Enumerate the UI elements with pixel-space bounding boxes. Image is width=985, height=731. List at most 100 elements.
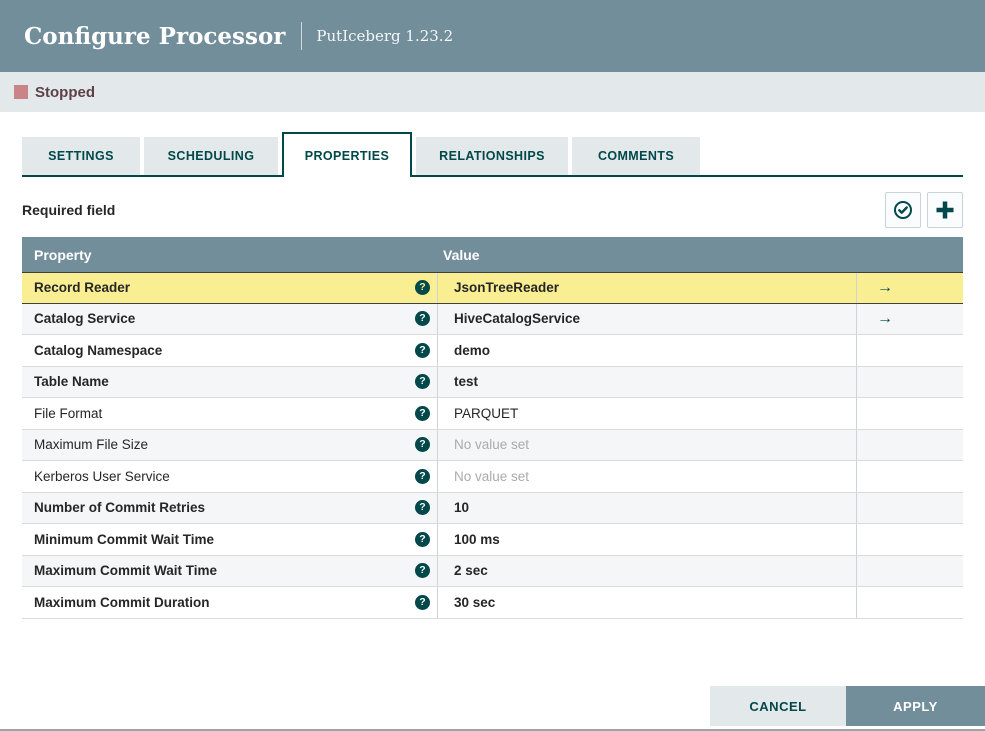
- table-row[interactable]: Minimum Commit Wait Time ? 100 ms: [22, 524, 963, 556]
- tab-label: PROPERTIES: [304, 148, 390, 163]
- property-name: Maximum Commit Wait Time: [34, 563, 218, 579]
- table-row[interactable]: Maximum File Size ? No value set: [22, 429, 963, 461]
- add-property-button[interactable]: [927, 192, 963, 228]
- property-value-cell[interactable]: HiveCatalogService: [437, 303, 856, 334]
- help-icon[interactable]: ?: [415, 594, 430, 610]
- row-action-cell: [856, 366, 963, 397]
- tab-label: RELATIONSHIPS: [439, 149, 545, 163]
- help-icon[interactable]: ?: [415, 311, 430, 327]
- property-name: Maximum File Size: [34, 437, 149, 453]
- property-value-cell[interactable]: JsonTreeReader: [437, 273, 856, 303]
- dialog-content: SETTINGS SCHEDULING PROPERTIES RELATIONS…: [0, 132, 985, 619]
- property-name: Catalog Service: [34, 311, 136, 327]
- tab-label: COMMENTS: [597, 149, 675, 163]
- tab-scheduling[interactable]: SCHEDULING: [144, 137, 278, 175]
- help-icon[interactable]: ?: [415, 468, 430, 484]
- property-name: Minimum Commit Wait Time: [34, 531, 215, 547]
- property-value: 30 sec: [454, 594, 496, 610]
- property-name: Maximum Commit Duration: [34, 594, 210, 610]
- help-icon[interactable]: ?: [415, 531, 430, 547]
- table-row[interactable]: Maximum Commit Wait Time ? 2 sec: [22, 555, 963, 587]
- tab-comments[interactable]: COMMENTS: [572, 137, 700, 175]
- property-value-cell[interactable]: 2 sec: [437, 555, 856, 586]
- footer-buttons: CANCEL APPLY: [710, 686, 985, 726]
- row-action-cell: [856, 587, 963, 618]
- help-icon[interactable]: ?: [415, 280, 430, 296]
- property-value: 10: [454, 500, 470, 516]
- table-body: Record Reader ? JsonTreeReader → Catalog…: [22, 272, 963, 619]
- table-row[interactable]: Catalog Namespace ? demo: [22, 335, 963, 367]
- property-cell: Kerberos User Service ?: [22, 461, 437, 492]
- property-cell: Catalog Service ?: [22, 304, 437, 335]
- tab-properties[interactable]: PROPERTIES: [282, 132, 412, 177]
- row-action-cell: [856, 524, 963, 555]
- property-value: No value set: [454, 437, 530, 453]
- property-value: JsonTreeReader: [454, 280, 560, 296]
- stopped-icon: [14, 85, 28, 99]
- table-header: Property Value: [22, 237, 963, 272]
- goto-service-arrow-icon[interactable]: →: [877, 310, 893, 327]
- help-icon[interactable]: ?: [415, 405, 430, 421]
- row-action-cell: [856, 492, 963, 523]
- column-header-value: Value: [443, 246, 480, 263]
- table-row[interactable]: Table Name ? test: [22, 366, 963, 398]
- toolbar-buttons: [879, 192, 963, 228]
- property-value: demo: [454, 342, 491, 358]
- status-label: Stopped: [35, 83, 95, 101]
- property-value: PARQUET: [454, 405, 519, 421]
- tab-label: SCHEDULING: [167, 149, 255, 163]
- help-icon[interactable]: ?: [415, 437, 430, 453]
- column-header-property: Property: [34, 246, 92, 263]
- property-value-cell[interactable]: 10: [437, 492, 856, 523]
- verify-properties-button[interactable]: [885, 192, 921, 228]
- row-action-cell: [856, 429, 963, 460]
- tab-settings[interactable]: SETTINGS: [22, 137, 140, 175]
- help-icon[interactable]: ?: [415, 500, 430, 516]
- help-icon[interactable]: ?: [415, 374, 430, 390]
- property-cell: Record Reader ?: [22, 273, 437, 303]
- table-row[interactable]: Record Reader ? JsonTreeReader →: [22, 272, 963, 304]
- row-action-cell: [856, 398, 963, 429]
- property-value: HiveCatalogService: [454, 311, 581, 327]
- property-value: 100 ms: [454, 531, 500, 547]
- dialog-title: Configure Processor: [24, 22, 286, 50]
- help-icon[interactable]: ?: [415, 342, 430, 358]
- property-cell: Number of Commit Retries ?: [22, 493, 437, 524]
- goto-service-arrow-icon[interactable]: →: [877, 279, 893, 296]
- help-icon[interactable]: ?: [415, 563, 430, 579]
- plus-icon: [935, 200, 955, 220]
- property-name: Number of Commit Retries: [34, 500, 206, 516]
- row-action-cell: →: [856, 303, 963, 334]
- tab-bar: SETTINGS SCHEDULING PROPERTIES RELATIONS…: [22, 132, 963, 177]
- property-value-cell[interactable]: No value set: [437, 461, 856, 492]
- apply-button[interactable]: APPLY: [846, 686, 985, 726]
- table-row[interactable]: File Format ? PARQUET: [22, 398, 963, 430]
- tab-label: SETTINGS: [48, 149, 114, 163]
- status-bar: Stopped: [0, 72, 985, 112]
- table-row[interactable]: Maximum Commit Duration ? 30 sec: [22, 587, 963, 619]
- property-value-cell[interactable]: 30 sec: [437, 587, 856, 618]
- title-divider: [301, 22, 303, 50]
- row-action-cell: [856, 335, 963, 366]
- row-action-cell: [856, 461, 963, 492]
- property-value-cell[interactable]: demo: [437, 335, 856, 366]
- table-row[interactable]: Number of Commit Retries ? 10: [22, 492, 963, 524]
- property-cell: Catalog Namespace ?: [22, 335, 437, 366]
- property-value-cell[interactable]: PARQUET: [437, 398, 856, 429]
- table-row[interactable]: Kerberos User Service ? No value set: [22, 461, 963, 493]
- property-cell: File Format ?: [22, 398, 437, 429]
- tab-relationships[interactable]: RELATIONSHIPS: [416, 137, 568, 175]
- property-cell: Minimum Commit Wait Time ?: [22, 524, 437, 555]
- row-action-cell: →: [856, 273, 963, 303]
- check-circle-icon: [893, 200, 913, 220]
- property-value-cell[interactable]: test: [437, 366, 856, 397]
- property-value: 2 sec: [454, 563, 488, 579]
- property-name: File Format: [34, 405, 103, 421]
- property-value-cell[interactable]: 100 ms: [437, 524, 856, 555]
- table-row[interactable]: Catalog Service ? HiveCatalogService →: [22, 303, 963, 335]
- property-cell: Maximum Commit Duration ?: [22, 587, 437, 618]
- property-value: No value set: [454, 468, 530, 484]
- cancel-button[interactable]: CANCEL: [710, 686, 846, 726]
- property-value-cell[interactable]: No value set: [437, 429, 856, 460]
- properties-table: Property Value Record Reader ? JsonTreeR…: [22, 237, 963, 619]
